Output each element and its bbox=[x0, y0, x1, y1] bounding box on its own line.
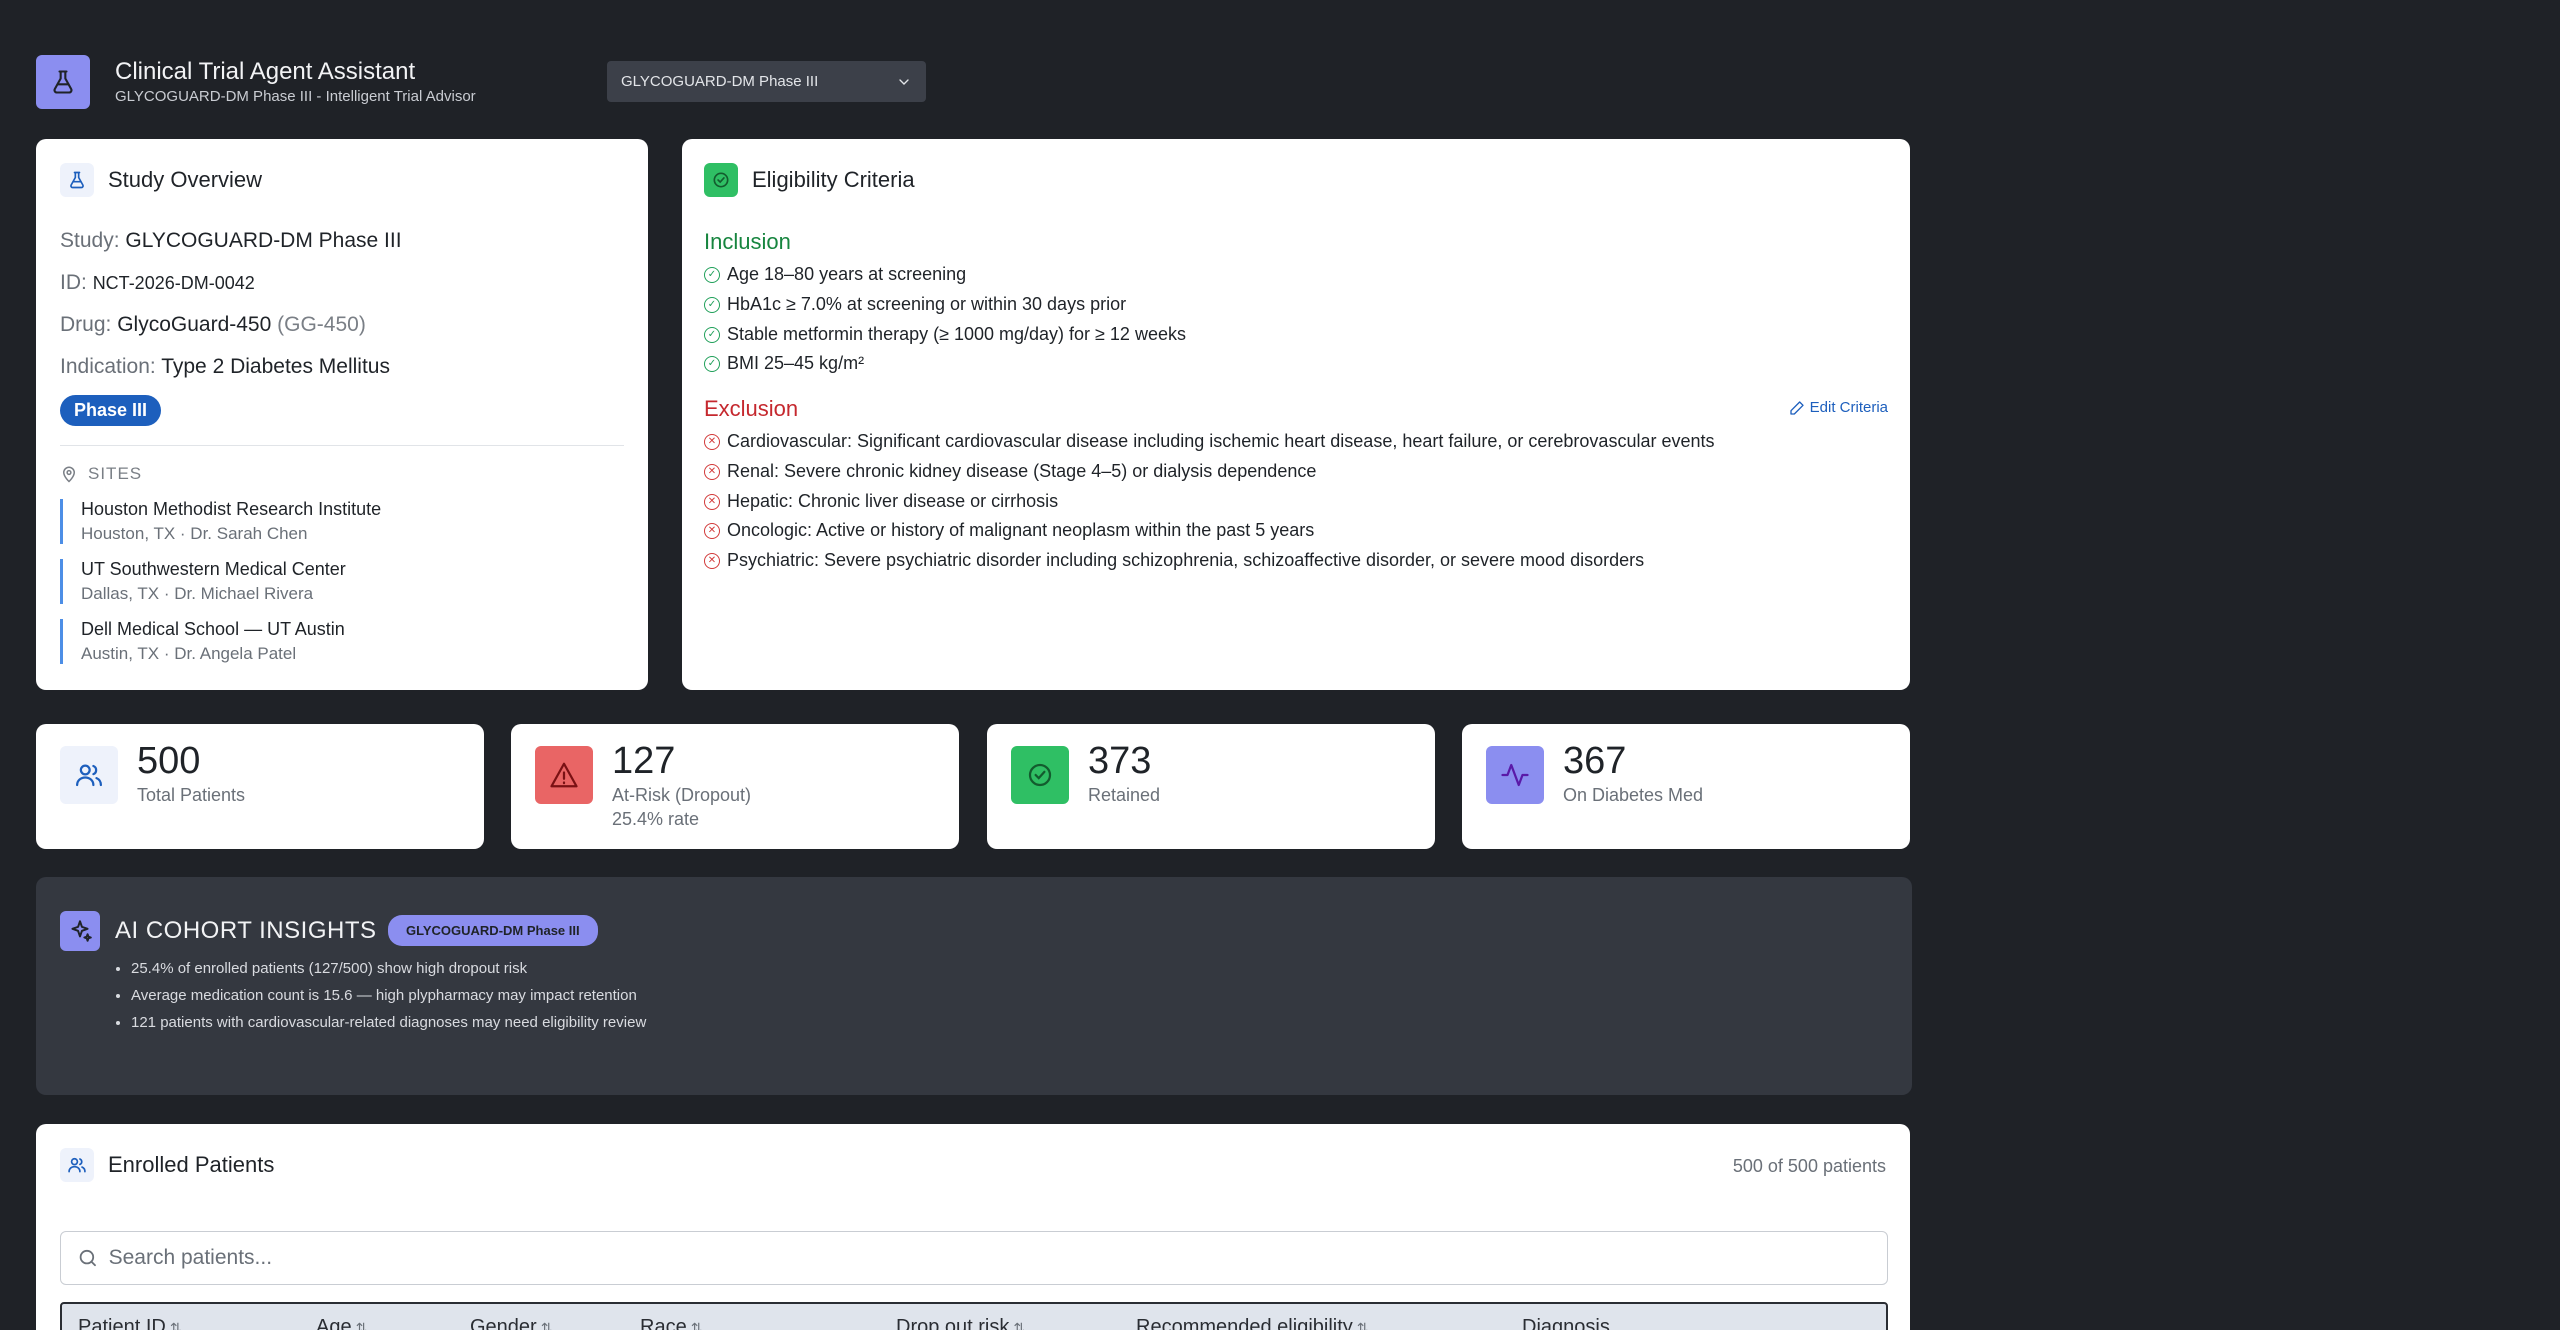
check-circle-icon bbox=[704, 163, 738, 197]
study-id-row: ID: NCT-2026-DM-0042 bbox=[60, 271, 255, 294]
column-header-age[interactable]: Age ⇅ bbox=[316, 1316, 367, 1330]
stat-label: On Diabetes Med bbox=[1563, 785, 1704, 805]
insights-list: 25.4% of enrolled patients (127/500) sho… bbox=[131, 960, 646, 1041]
study-overview-card: Study Overview Study: GLYCOGUARD-DM Phas… bbox=[36, 139, 648, 690]
stat-value: 127 bbox=[612, 740, 676, 782]
enrolled-patients-title: Enrolled Patients bbox=[108, 1152, 275, 1177]
stat-value: 367 bbox=[1563, 740, 1627, 782]
x-circle-icon: ✕ bbox=[704, 522, 720, 539]
check-icon: ✓ bbox=[704, 355, 720, 372]
stat-label: Total Patients bbox=[137, 785, 246, 805]
divider bbox=[60, 445, 624, 446]
inclusion-item: ✓ BMI 25–45 kg/m² bbox=[704, 353, 864, 374]
column-header-recommended-eligibility[interactable]: Recommended eligibility ⇅ bbox=[1136, 1316, 1369, 1330]
study-overview-title: Study Overview bbox=[108, 167, 263, 192]
exclusion-item: ✕ Hepatic: Chronic liver disease or cirrh… bbox=[704, 491, 1058, 512]
eligibility-title: Eligibility Criteria bbox=[752, 167, 915, 192]
phase-badge: Phase III bbox=[60, 395, 162, 426]
eligibility-card: Eligibility Criteria Inclusion ✓ Age 18–8… bbox=[682, 139, 1910, 690]
stat-value: 373 bbox=[1088, 740, 1152, 782]
exclusion-item: ✕ Oncologic: Active or history of maligna… bbox=[704, 520, 1314, 541]
column-header-dropout-risk[interactable]: Drop out risk ⇅ bbox=[896, 1316, 1025, 1330]
users-icon bbox=[60, 1148, 94, 1182]
app-title: Clinical Trial Agent Assistant bbox=[115, 58, 416, 85]
column-header-race[interactable]: Race ⇅ bbox=[640, 1316, 702, 1330]
insights-title: AI COHORT INSIGHTS bbox=[115, 917, 377, 944]
patient-count: 500 of 500 patients bbox=[1732, 1156, 1886, 1176]
stat-value: 500 bbox=[137, 740, 201, 782]
x-circle-icon: ✕ bbox=[704, 433, 720, 450]
inclusion-heading: Inclusion bbox=[704, 229, 791, 254]
site-item[interactable]: Dell Medical School — UT Austin Austin, … bbox=[60, 619, 345, 664]
insight-item: 25.4% of enrolled patients (127/500) sho… bbox=[131, 960, 646, 977]
stat-card-at-risk: 127 At-Risk (Dropout) 25.4% rate bbox=[511, 724, 959, 849]
stat-label: At-Risk (Dropout) bbox=[612, 785, 752, 805]
users-icon bbox=[60, 746, 118, 804]
column-header-diagnosis[interactable]: Diagnosis bbox=[1522, 1316, 1610, 1330]
inclusion-item: ✓ Age 18–80 years at screening bbox=[704, 264, 966, 285]
pencil-icon bbox=[1789, 400, 1804, 415]
x-circle-icon: ✕ bbox=[704, 552, 720, 569]
exclusion-heading: Exclusion bbox=[704, 396, 799, 421]
indication-row: Indication: Type 2 Diabetes Mellitus bbox=[60, 355, 390, 378]
map-pin-icon bbox=[62, 466, 76, 483]
x-circle-icon: ✕ bbox=[704, 493, 720, 510]
check-icon: ✓ bbox=[704, 326, 720, 343]
chevron-down-icon bbox=[899, 78, 909, 85]
study-select[interactable]: GLYCOGUARD-DM Phase III bbox=[607, 61, 926, 102]
x-circle-icon: ✕ bbox=[704, 463, 720, 480]
stat-sublabel: 25.4% rate bbox=[612, 809, 700, 829]
site-item[interactable]: UT Southwestern Medical Center Dallas, T… bbox=[60, 559, 346, 604]
enrolled-patients-card: Enrolled Patients 500 of 500 patients Pa… bbox=[36, 1124, 1910, 1330]
app-subtitle: GLYCOGUARD-DM Phase III - Intelligent Tr… bbox=[115, 88, 476, 105]
check-icon: ✓ bbox=[704, 296, 720, 313]
stat-card-total-patients: 500 Total Patients bbox=[36, 724, 484, 849]
insight-item: Average medication count is 15.6 — high … bbox=[131, 987, 646, 1004]
inclusion-item: ✓ HbA1c ≥ 7.0% at screening or within 30 … bbox=[704, 294, 1126, 315]
study-badge: GLYCOGUARD-DM Phase III bbox=[388, 915, 598, 946]
search-input[interactable] bbox=[108, 1246, 1871, 1270]
enrolled-patients-header: Enrolled Patients bbox=[60, 1148, 274, 1182]
sites-header: SITES bbox=[60, 464, 142, 484]
column-header-gender[interactable]: Gender ⇅ bbox=[470, 1316, 552, 1330]
stat-card-retained: 373 Retained bbox=[987, 724, 1435, 849]
study-overview-header: Study Overview bbox=[60, 163, 262, 197]
insight-item: 121 patients with cardiovascular-related… bbox=[131, 1014, 646, 1031]
sparkles-icon bbox=[60, 911, 100, 951]
drug-row: Drug: GlycoGuard-450 (GG-450) bbox=[60, 313, 366, 336]
search-icon bbox=[79, 1249, 96, 1267]
exclusion-item: ✕ Renal: Severe chronic kidney disease (S… bbox=[704, 461, 1316, 482]
inclusion-item: ✓ Stable metformin therapy (≥ 1000 mg/day… bbox=[704, 324, 1186, 345]
flask-icon bbox=[60, 163, 94, 197]
study-select-value: GLYCOGUARD-DM Phase III bbox=[621, 73, 819, 90]
exclusion-item: ✕ Cardiovascular: Significant cardiovascu… bbox=[704, 431, 1715, 452]
site-item[interactable]: Houston Methodist Research Institute Hou… bbox=[60, 499, 381, 544]
activity-icon bbox=[1486, 746, 1544, 804]
patient-search[interactable] bbox=[60, 1231, 1888, 1285]
app-logo-flask-icon bbox=[36, 55, 90, 109]
table-header: Patient ID ⇅ Age ⇅ Gender ⇅ Race ⇅ Drop out … bbox=[60, 1302, 1888, 1330]
check-icon: ✓ bbox=[704, 266, 720, 283]
column-header-patient-id[interactable]: Patient ID ⇅ bbox=[78, 1316, 182, 1330]
stat-card-diabetes-med: 367 On Diabetes Med bbox=[1462, 724, 1910, 849]
edit-criteria-button[interactable]: Edit Criteria bbox=[1789, 399, 1888, 416]
exclusion-item: ✕ Psychiatric: Severe psychiatric disorde… bbox=[704, 550, 1644, 571]
warning-icon bbox=[535, 746, 593, 804]
study-name-row: Study: GLYCOGUARD-DM Phase III bbox=[60, 229, 402, 252]
check-circle-icon bbox=[1011, 746, 1069, 804]
stat-label: Retained bbox=[1088, 785, 1161, 805]
eligibility-header: Eligibility Criteria bbox=[704, 163, 915, 197]
ai-insights-panel: AI COHORT INSIGHTS GLYCOGUARD-DM Phase I… bbox=[36, 877, 1912, 1095]
